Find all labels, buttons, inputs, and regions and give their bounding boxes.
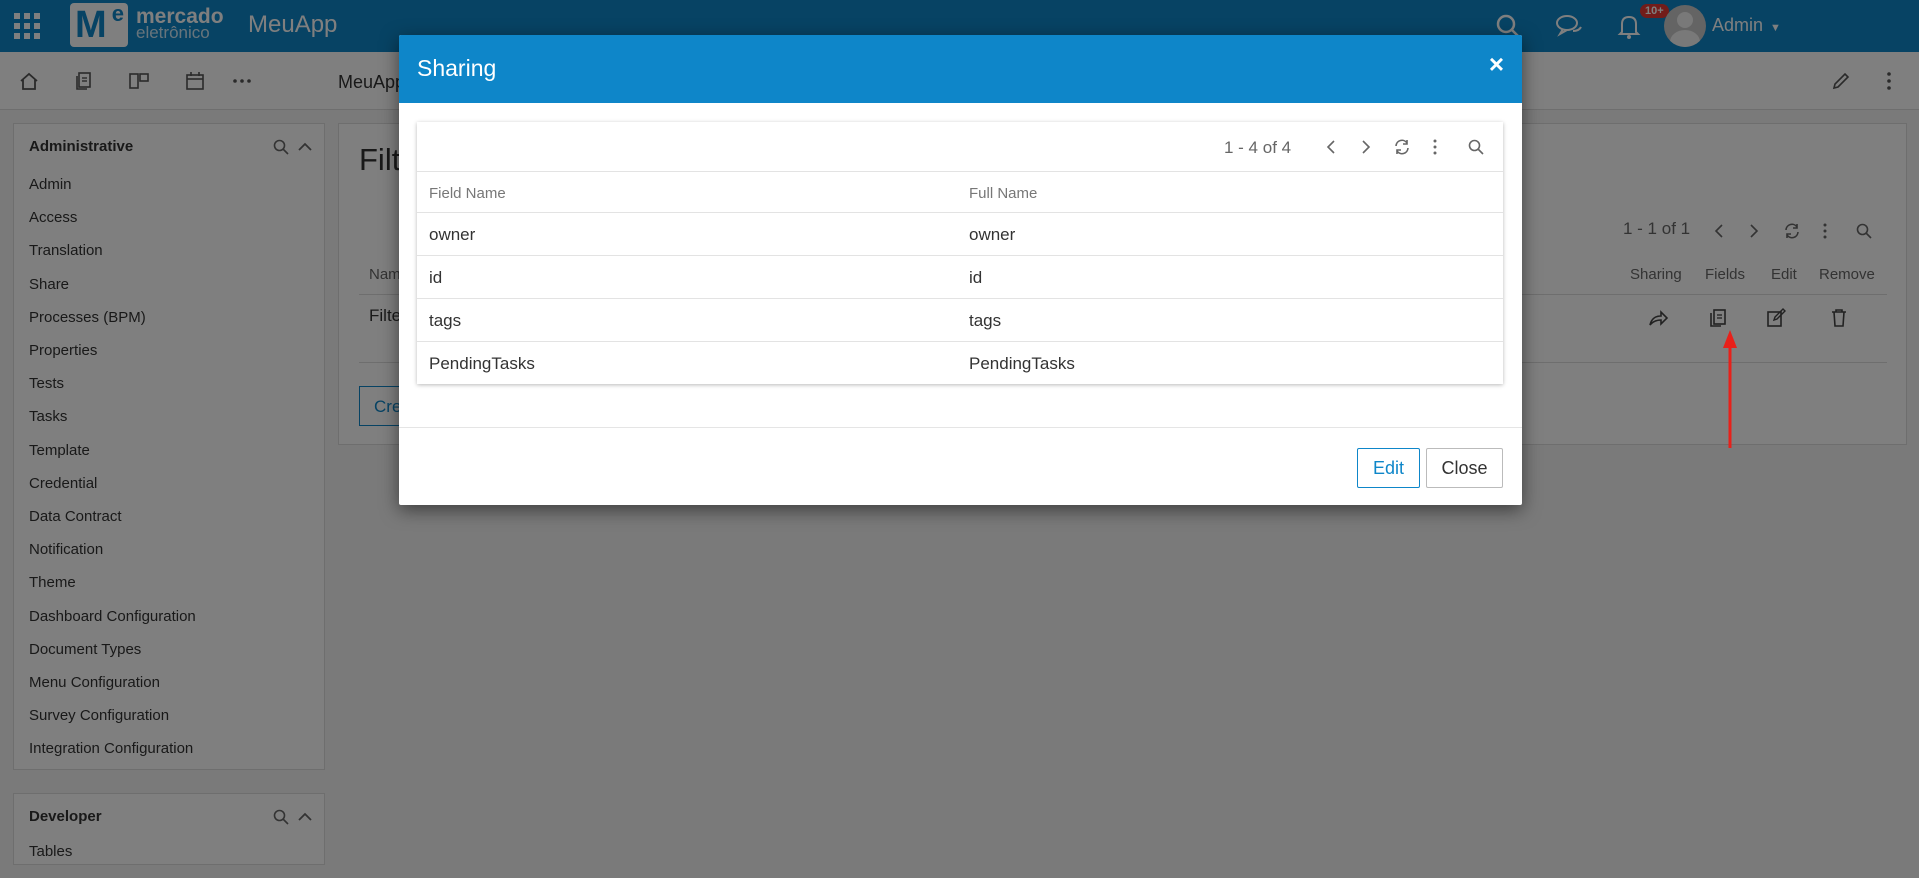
more-vertical-icon[interactable] bbox=[1426, 138, 1444, 156]
cell-field-name: tags bbox=[429, 311, 462, 330]
sharing-modal: Sharing × 1 - 4 of 4 Field Name Full Nam… bbox=[399, 35, 1522, 505]
cell-full-name: owner bbox=[969, 225, 1016, 244]
modal-header: Sharing × bbox=[399, 35, 1522, 103]
cell-full-name: PendingTasks bbox=[969, 354, 1075, 373]
column-full-name[interactable]: Full Name bbox=[969, 185, 1037, 202]
modal-title: Sharing bbox=[417, 55, 497, 81]
grid-body: owner owner id id tags tags PendingTasks Pendin… bbox=[417, 213, 1503, 385]
cell-field-name: PendingTasks bbox=[429, 354, 535, 373]
modal-footer: Edit Close bbox=[399, 427, 1522, 505]
cell-field-name: id bbox=[429, 268, 443, 287]
cell-field-name: owner bbox=[429, 225, 476, 244]
search-icon[interactable] bbox=[1467, 138, 1485, 156]
grid-toolbar: 1 - 4 of 4 bbox=[417, 122, 1503, 172]
chevron-right-icon[interactable] bbox=[1356, 138, 1374, 156]
refresh-icon[interactable] bbox=[1393, 138, 1411, 156]
table-row[interactable]: owner owner bbox=[417, 213, 1503, 256]
column-field-name[interactable]: Field Name bbox=[429, 185, 506, 202]
table-row[interactable]: id id bbox=[417, 256, 1503, 299]
cell-full-name: id bbox=[969, 268, 983, 287]
cell-full-name: tags bbox=[969, 311, 1002, 330]
grid-pager: 1 - 4 of 4 bbox=[1224, 138, 1292, 157]
chevron-left-icon[interactable] bbox=[1323, 138, 1341, 156]
grid-header: Field Name Full Name bbox=[417, 172, 1503, 213]
annotation-arrow-icon bbox=[1723, 330, 1737, 448]
close-button[interactable]: Close bbox=[1426, 448, 1503, 488]
close-icon[interactable]: × bbox=[1489, 49, 1504, 80]
fields-grid: 1 - 4 of 4 Field Name Full Name owner own… bbox=[417, 122, 1503, 384]
table-row[interactable]: PendingTasks PendingTasks bbox=[417, 342, 1503, 385]
table-row[interactable]: tags tags bbox=[417, 299, 1503, 342]
edit-button[interactable]: Edit bbox=[1357, 448, 1420, 488]
